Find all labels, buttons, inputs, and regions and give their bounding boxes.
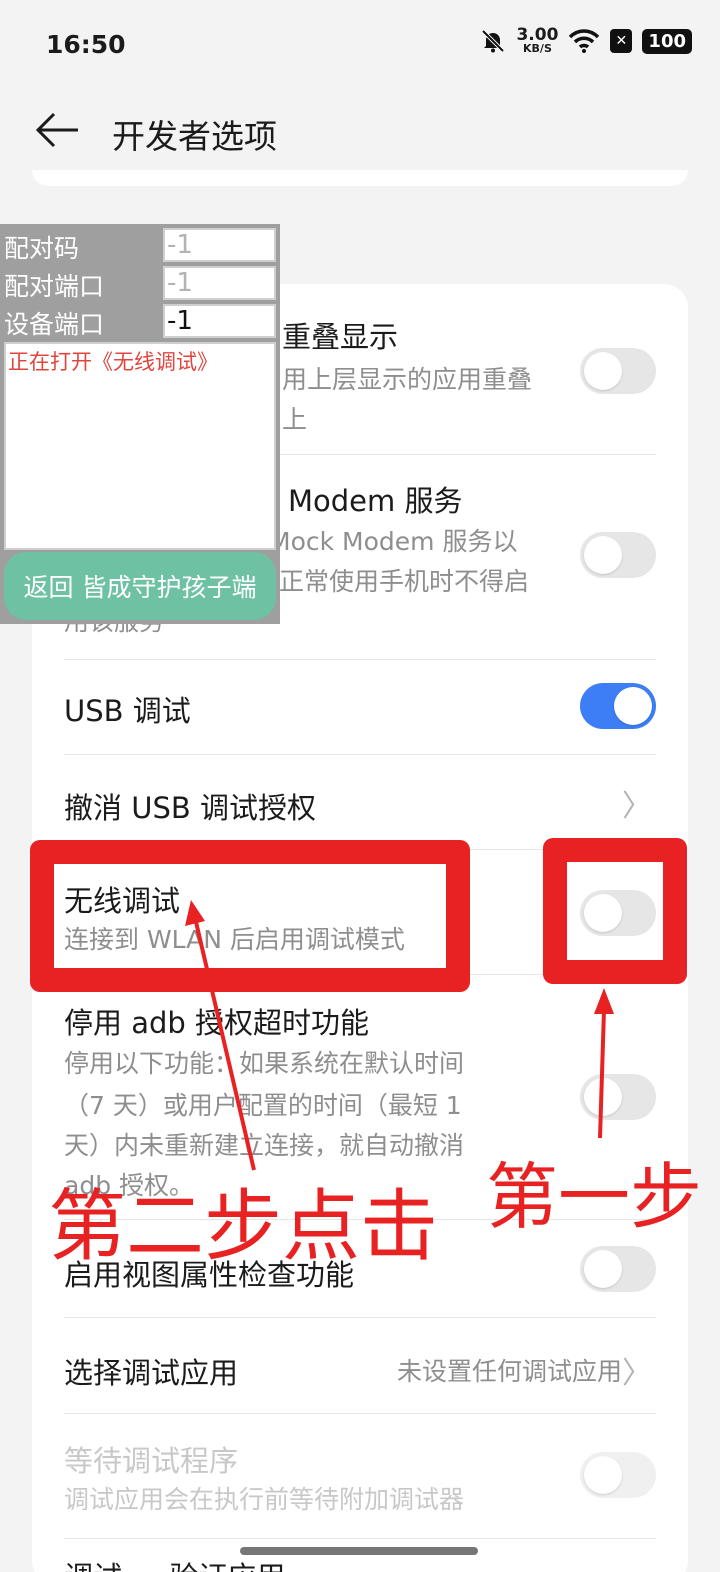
status-icons: 3.00 KB/S ✕ 100 (480, 25, 692, 55)
adb-timeout-toggle[interactable] (580, 1074, 656, 1120)
pair-code-row: 配对码 -1 (0, 226, 280, 264)
pair-port-input[interactable]: -1 (163, 266, 276, 300)
setting-title: 选择调试应用 (64, 1356, 239, 1390)
setting-subtitle: （7 天）或用户配置的时间（最短 1 (64, 1091, 462, 1120)
bell-muted-icon (482, 29, 505, 53)
setting-title: 撤消 USB 调试授权 (64, 791, 316, 825)
return-button[interactable]: 返回 皆成守护孩子端 (4, 552, 276, 620)
highlight-box-wireless-debugging (30, 840, 470, 992)
page-title: 开发者选项 (112, 117, 277, 156)
debug-app-value: 未设置任何调试应用 (396, 1357, 622, 1386)
setting-subtitle: 用上层显示的应用重叠 (282, 365, 533, 394)
chevron-right-icon: 〉 (622, 789, 652, 824)
chevron-right-icon: 〉 (622, 1356, 652, 1391)
setting-wait-for-debugger[interactable]: 等待调试程序 调试应用会在执行前等待附加调试器 (64, 1414, 656, 1538)
setting-usb-debugging[interactable]: USB 调试 (64, 660, 656, 754)
log-box: 正在打开《无线调试》 (4, 342, 276, 550)
pairing-overlay-panel: 配对码 -1 配对端口 -1 设备端口 -1 正在打开《无线调试》 返回 皆成守… (0, 224, 280, 624)
usb-debugging-toggle[interactable] (580, 683, 656, 729)
setting-title: Modem 服务 (288, 484, 463, 518)
mock-modem-toggle[interactable] (580, 532, 656, 578)
pair-port-row: 配对端口 -1 (0, 264, 280, 302)
setting-subtitle: 正常使用手机时不得启 (279, 567, 530, 596)
overlay-toggle[interactable] (580, 348, 656, 394)
status-bar: 16:50 3.00 KB/S ✕ 100 (0, 0, 720, 88)
device-port-input[interactable]: -1 (163, 304, 276, 338)
setting-title: 调试 … 验证应用 (64, 1554, 285, 1572)
annotation-step1: 第一步 (486, 1155, 703, 1239)
setting-subtitle: 调试应用会在执行前等待附加调试器 (64, 1485, 465, 1514)
device-port-row: 设备端口 -1 (0, 302, 280, 340)
pair-port-label: 配对端口 (4, 272, 105, 301)
view-attr-toggle[interactable] (580, 1246, 656, 1292)
setting-select-debug-app[interactable]: 选择调试应用 未设置任何调试应用 〉 (64, 1318, 656, 1414)
setting-title: 停用 adb 授权超时功能 (64, 1006, 370, 1040)
setting-title: 重叠显示 (282, 320, 399, 354)
setting-title: USB 调试 (64, 694, 191, 728)
previous-card-edge (32, 170, 688, 186)
setting-title: 等待调试程序 (64, 1444, 239, 1478)
setting-revoke-usb-auth[interactable]: 撤消 USB 调试授权 〉 (64, 755, 656, 849)
log-text: 正在打开《无线调试》 (8, 350, 218, 374)
device-port-label: 设备端口 (4, 310, 105, 339)
setting-subtitle: 上 (282, 405, 308, 434)
pair-code-input[interactable]: -1 (163, 228, 276, 262)
annotation-step2: 第二步点击 (48, 1182, 439, 1272)
setting-subtitle: 停用以下功能：如果系统在默认时间 (64, 1049, 465, 1078)
home-indicator[interactable] (240, 1547, 478, 1555)
setting-subtitle: Mock Modem 服务以 (269, 527, 518, 556)
status-time: 16:50 (46, 30, 126, 59)
wifi-icon (569, 29, 600, 53)
highlight-box-toggle (543, 838, 687, 984)
back-arrow-icon[interactable] (32, 110, 82, 150)
net-speed: 3.00 KB/S (516, 25, 559, 55)
setting-subtitle: 天）内未重新建立连接，就自动撤消 (64, 1131, 465, 1160)
sim-x-icon: ✕ (610, 29, 633, 53)
battery-icon: 100 (642, 28, 692, 54)
pair-code-label: 配对码 (4, 234, 80, 263)
wait-debugger-toggle (580, 1452, 656, 1498)
divider (64, 1538, 656, 1539)
